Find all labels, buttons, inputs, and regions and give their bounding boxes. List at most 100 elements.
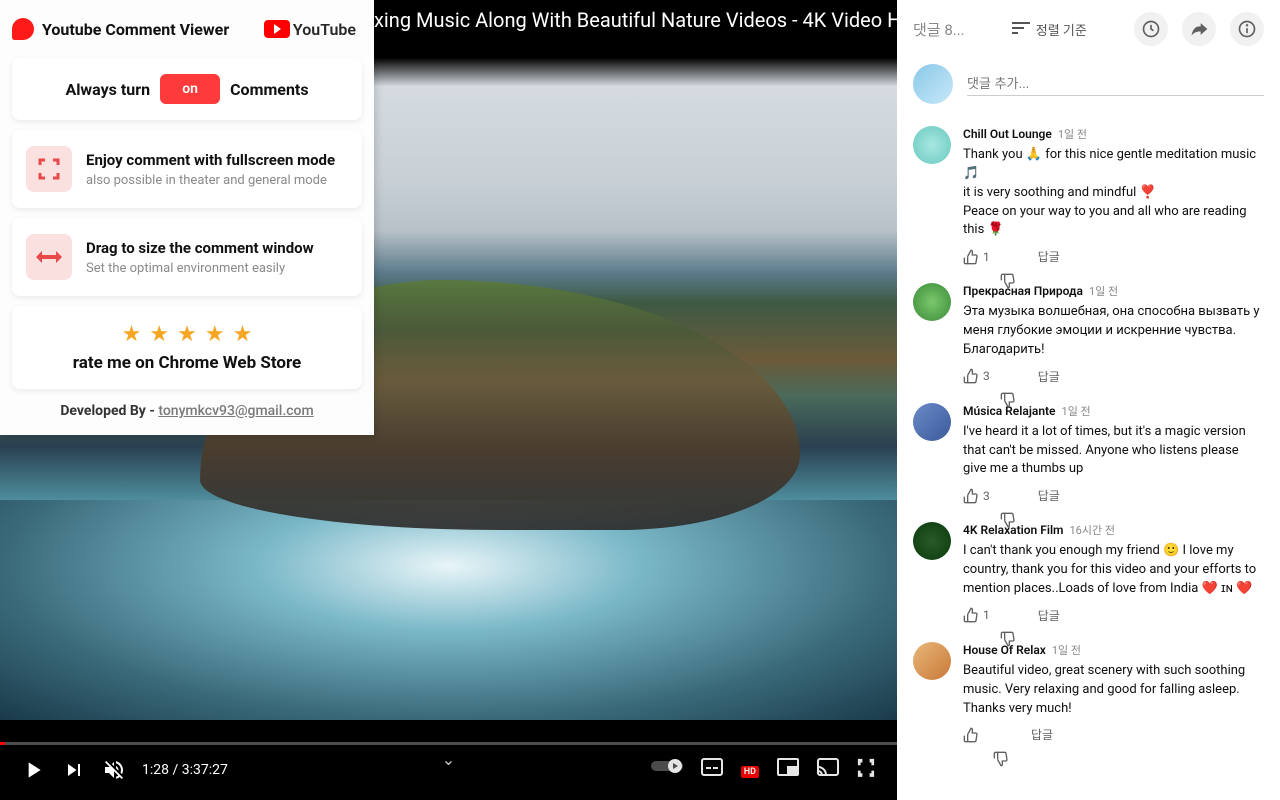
feature-fullscreen-card: Enjoy comment with fullscreen mode also … (12, 130, 362, 208)
like-button[interactable]: 1 (963, 607, 990, 623)
current-time: 1:28 (142, 762, 169, 778)
time-display: 1:28 / 3:37:27 (142, 762, 228, 778)
like-count: 1 (983, 608, 990, 622)
mute-button[interactable] (102, 758, 126, 782)
avatar (913, 64, 953, 104)
dev-line: Developed By - tonymkcv93@gmail.com (8, 403, 366, 419)
comment-text: Эта музыка волшебная, она способна вызва… (963, 303, 1264, 360)
feature2-sub: Set the optimal environment easily (86, 261, 314, 276)
dislike-button[interactable] (1000, 249, 1016, 265)
toggle-post: Comments (230, 80, 308, 99)
extension-header: Youtube Comment Viewer YouTube (8, 12, 366, 48)
avatar[interactable] (913, 403, 951, 441)
dislike-button[interactable] (1000, 368, 1016, 384)
dev-email-link[interactable]: tonymkcv93@gmail.com (158, 403, 313, 419)
extension-logo: Youtube Comment Viewer (12, 18, 229, 40)
like-button[interactable]: 1 (963, 249, 990, 265)
star-icon: ★ (233, 322, 253, 347)
reply-button[interactable]: 답글 (1038, 368, 1060, 385)
comment-item: Música Relajante 1일 전 I've heard it a lo… (913, 403, 1264, 505)
dislike-button[interactable] (1000, 607, 1016, 623)
miniplayer-button[interactable] (777, 758, 799, 783)
like-count: 3 (983, 369, 990, 383)
play-button[interactable] (20, 757, 46, 783)
next-button[interactable] (62, 758, 86, 782)
avatar[interactable] (913, 283, 951, 321)
rate-card[interactable]: ★ ★ ★ ★ ★ rate me on Chrome Web Store (12, 306, 362, 389)
feature1-title: Enjoy comment with fullscreen mode (86, 151, 335, 169)
like-count: 1 (983, 250, 990, 264)
progress-fill (0, 742, 5, 745)
cast-button[interactable] (817, 758, 839, 783)
youtube-play-icon (264, 20, 290, 38)
share-icon[interactable] (1182, 12, 1216, 46)
add-comment-input[interactable] (967, 72, 1264, 96)
sort-button[interactable]: 정렬 기준 (1012, 20, 1087, 39)
youtube-brand-text: YouTube (293, 20, 356, 39)
reply-button[interactable]: 답글 (1038, 248, 1060, 265)
watch-later-icon[interactable] (1134, 12, 1168, 46)
star-icon: ★ (177, 322, 197, 347)
player-controls: ⌄ 1:28 / 3:37:27 HD (0, 720, 897, 800)
subtitles-button[interactable] (701, 758, 723, 783)
avatar[interactable] (913, 642, 951, 680)
reply-button[interactable]: 답글 (1038, 607, 1060, 624)
add-comment-row (913, 64, 1264, 104)
comment-time: 1일 전 (1062, 403, 1091, 419)
comment-text: Beautiful video, great scenery with such… (963, 662, 1264, 719)
comment-author[interactable]: Chill Out Lounge (963, 127, 1052, 141)
fullscreen-icon (26, 146, 72, 192)
comments-header: 댓글 8... 정렬 기준 (913, 12, 1264, 46)
reply-button[interactable]: 답글 (1038, 487, 1060, 504)
video-title: xing Music Along With Beautiful Nature V… (374, 8, 897, 32)
comment-item: Chill Out Lounge 1일 전 Thank you 🙏 for th… (913, 126, 1264, 265)
progress-bar[interactable] (0, 742, 897, 745)
toggle-switch[interactable]: on (160, 74, 220, 104)
comment-author[interactable]: Прекрасная Природа (963, 284, 1083, 298)
like-count: 3 (983, 489, 990, 503)
like-button[interactable]: 3 (963, 488, 990, 504)
fullscreen-exit-button[interactable] (857, 758, 877, 783)
youtube-brand[interactable]: YouTube (264, 20, 356, 39)
toggle-state: on (182, 81, 198, 97)
sort-label: 정렬 기준 (1036, 20, 1087, 39)
star-icon: ★ (149, 322, 169, 347)
toggle-pre: Always turn (65, 80, 150, 99)
comments-count: 댓글 8... (913, 19, 965, 40)
feature2-title: Drag to size the comment window (86, 239, 314, 257)
feature-drag-card: Drag to size the comment window Set the … (12, 218, 362, 296)
comment-item: House Of Relax 1일 전 Beautiful video, gre… (913, 642, 1264, 744)
extension-logo-icon (12, 18, 34, 40)
comments-panel: 댓글 8... 정렬 기준 Chill Out Lounge 1일 전 (897, 0, 1280, 800)
autoplay-toggle[interactable] (651, 758, 683, 783)
dislike-button[interactable] (993, 727, 1009, 743)
comment-time: 1일 전 (1058, 126, 1087, 142)
comment-text: I can't thank you enough my friend 🙂 I l… (963, 542, 1264, 599)
chevron-down-icon[interactable]: ⌄ (442, 750, 455, 769)
comment-text: I've heard it a lot of times, but it's a… (963, 423, 1264, 480)
info-icon[interactable] (1230, 12, 1264, 46)
dev-label: Developed By - (60, 403, 158, 419)
star-icon: ★ (205, 322, 225, 347)
star-icon: ★ (122, 322, 142, 347)
reply-button[interactable]: 답글 (1031, 726, 1053, 743)
comments-list: Chill Out Lounge 1일 전 Thank you 🙏 for th… (913, 126, 1264, 743)
comment-time: 16시간 전 (1069, 522, 1114, 538)
comment-time: 1일 전 (1089, 283, 1118, 299)
dislike-button[interactable] (1000, 488, 1016, 504)
drag-icon (26, 234, 72, 280)
like-button[interactable] (963, 727, 983, 743)
duration: 3:37:27 (182, 762, 228, 778)
extension-panel: Youtube Comment Viewer YouTube Always tu… (0, 0, 374, 435)
avatar[interactable] (913, 522, 951, 560)
star-row: ★ ★ ★ ★ ★ (26, 322, 348, 347)
like-button[interactable]: 3 (963, 368, 990, 384)
scene-decor (0, 500, 897, 720)
avatar[interactable] (913, 126, 951, 164)
feature1-sub: also possible in theater and general mod… (86, 173, 335, 188)
comment-item: Прекрасная Природа 1일 전 Эта музыка волше… (913, 283, 1264, 385)
extension-title: Youtube Comment Viewer (42, 20, 229, 39)
rate-text: rate me on Chrome Web Store (26, 353, 348, 373)
comment-text: Thank you 🙏 for this nice gentle meditat… (963, 146, 1264, 240)
quality-badge[interactable]: HD (741, 758, 759, 783)
